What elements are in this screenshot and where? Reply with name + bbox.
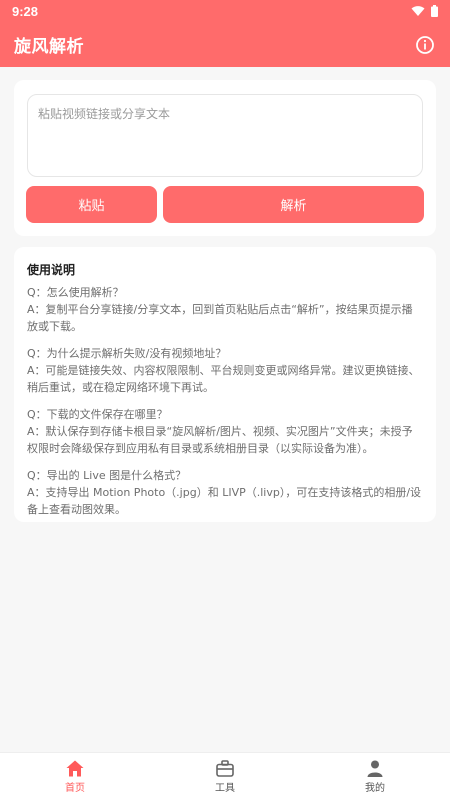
faq-answer: A：默认保存到存储卡根目录“旋风解析/图片、视频、实况图片”文件夹；未授予权限时…	[27, 425, 413, 455]
app-bar: 旋风解析	[0, 22, 450, 67]
faq-question: Q：为什么提示解析失败/没有视频地址？	[27, 347, 227, 360]
nav-label: 首页	[65, 782, 85, 794]
faq-answer: A：支持导出 Motion Photo（.jpg）和 LIVP（.livp），可…	[27, 486, 422, 516]
help-title: 使用说明	[27, 263, 76, 277]
toolbox-icon	[216, 759, 234, 777]
paste-button[interactable]: 粘贴	[26, 186, 157, 223]
faq-question: Q：怎么使用解析？	[27, 286, 124, 299]
nav-item-mine[interactable]: 我的	[330, 760, 420, 794]
input-card: 粘贴 解析	[14, 80, 436, 236]
nav-item-tools[interactable]: 工具	[180, 759, 270, 794]
faq-item: Q：导出的 Live 图是什么格式？ A：支持导出 Motion Photo（.…	[27, 467, 423, 518]
bottom-nav: 首页 工具 我的	[0, 752, 450, 800]
status-bar: 9:28	[0, 0, 450, 22]
faq-question: Q：下载的文件保存在哪里？	[27, 408, 168, 421]
nav-item-home[interactable]: 首页	[30, 760, 120, 794]
wifi-icon	[411, 6, 425, 16]
faq-answer: A：可能是链接失效、内容权限限制、平台规则变更或网络异常。建议更换链接、稍后重试…	[27, 364, 420, 394]
nav-label: 工具	[215, 782, 235, 794]
faq-item: Q：怎么使用解析？ A：复制平台分享链接/分享文本，回到首页粘贴后点击“解析”，…	[27, 284, 423, 335]
info-button[interactable]	[414, 34, 436, 56]
link-input[interactable]	[27, 94, 423, 177]
help-card: 使用说明 Q：怎么使用解析？ A：复制平台分享链接/分享文本，回到首页粘贴后点击…	[14, 247, 436, 522]
parse-button[interactable]: 解析	[163, 186, 424, 223]
info-icon	[416, 35, 434, 54]
faq-item: Q：为什么提示解析失败/没有视频地址？ A：可能是链接失效、内容权限限制、平台规…	[27, 345, 423, 396]
person-icon	[367, 760, 383, 777]
faq-question: Q：导出的 Live 图是什么格式？	[27, 469, 187, 482]
faq-item: Q：下载的文件保存在哪里？ A：默认保存到存储卡根目录“旋风解析/图片、视频、实…	[27, 406, 423, 457]
nav-label: 我的	[365, 782, 385, 794]
battery-icon	[431, 5, 438, 17]
status-time: 9:28	[12, 3, 39, 19]
app-title: 旋风解析	[14, 37, 84, 57]
home-icon	[66, 760, 84, 776]
faq-answer: A：复制平台分享链接/分享文本，回到首页粘贴后点击“解析”，按结果页提示播放或下…	[27, 303, 413, 333]
